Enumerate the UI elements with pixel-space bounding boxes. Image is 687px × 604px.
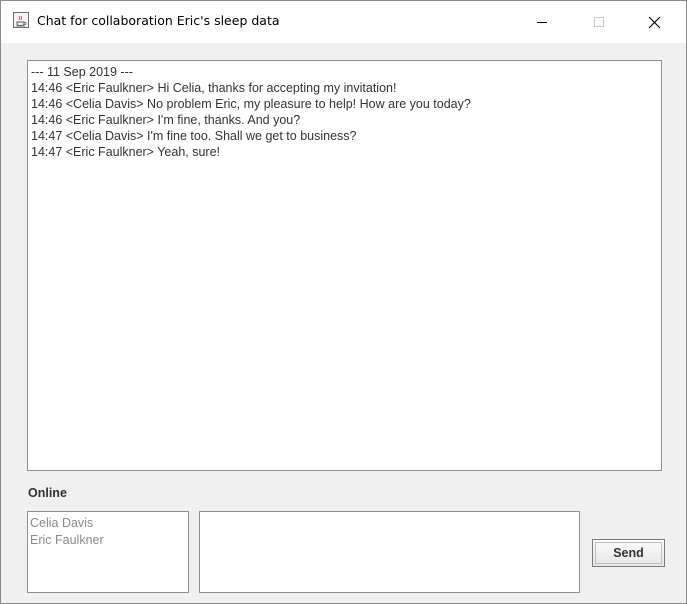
message-input[interactable] [199,511,580,593]
send-button-focus-ring [595,542,662,564]
chat-message: 14:46 <Eric Faulkner> Hi Celia, thanks f… [31,81,397,95]
close-button[interactable] [634,1,680,43]
online-label: Online [28,486,67,500]
title-bar[interactable]: Chat for collaboration Eric's sleep data [1,1,686,43]
maximize-icon [594,17,604,27]
send-button[interactable]: Send [592,539,665,567]
maximize-button[interactable] [576,1,622,43]
minimize-button[interactable] [519,1,565,43]
chat-window: Chat for collaboration Eric's sleep data… [0,0,687,604]
online-user-item[interactable]: Celia Davis [30,515,186,532]
chat-date-line: --- 11 Sep 2019 --- [31,65,133,79]
chat-history[interactable]: --- 11 Sep 2019 --- 14:46 <Eric Faulkner… [27,60,662,471]
chat-message: 14:46 <Celia Davis> No problem Eric, my … [31,97,471,111]
window-title: Chat for collaboration Eric's sleep data [37,13,280,28]
close-icon [648,16,661,29]
java-cup-icon[interactable] [13,12,29,28]
online-user-item[interactable]: Eric Faulkner [30,532,186,549]
minimize-icon [537,22,547,23]
online-users-list[interactable]: Celia Davis Eric Faulkner [27,511,189,593]
chat-message: 14:47 <Eric Faulkner> Yeah, sure! [31,145,221,159]
chat-message: 14:47 <Celia Davis> I'm fine too. Shall … [31,129,357,143]
chat-message: 14:46 <Eric Faulkner> I'm fine, thanks. … [31,113,301,127]
